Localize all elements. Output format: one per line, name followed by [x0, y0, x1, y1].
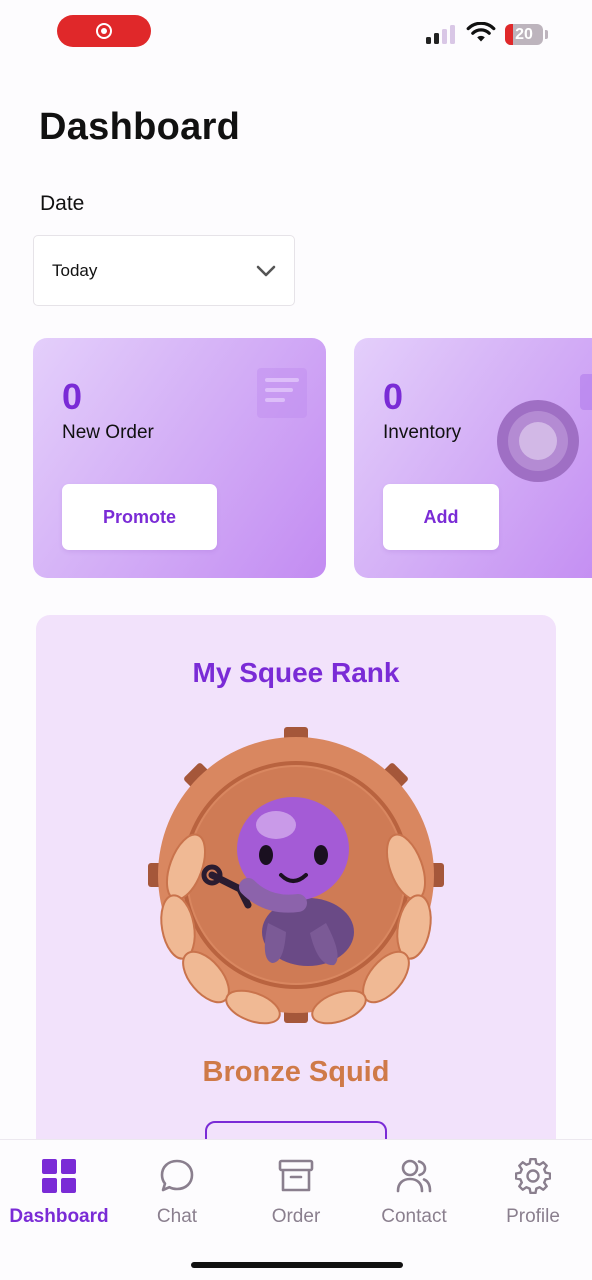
nav-dashboard[interactable]: Dashboard [0, 1140, 118, 1240]
battery-indicator: 20 [505, 24, 543, 45]
nav-dashboard-label: Dashboard [9, 1206, 109, 1227]
new-order-count: 0 [62, 376, 83, 417]
inventory-label: Inventory [383, 422, 462, 443]
home-indicator[interactable] [191, 1262, 403, 1268]
box-icon [580, 374, 592, 410]
nav-chat[interactable]: Chat [118, 1140, 236, 1240]
archive-box-icon [278, 1159, 314, 1192]
document-icon [257, 368, 307, 418]
gear-icon [515, 1158, 551, 1194]
screen-recording-indicator[interactable] [57, 15, 151, 47]
nav-order[interactable]: Order [237, 1140, 355, 1240]
nav-contact-label: Contact [381, 1206, 447, 1227]
date-label: Date [40, 192, 85, 215]
wifi-icon [466, 22, 496, 42]
record-icon [96, 23, 112, 39]
new-order-card: 0 New Order Promote [33, 338, 326, 578]
rank-name: Bronze Squid [202, 1056, 390, 1088]
assistive-touch-button[interactable] [497, 400, 579, 482]
grid-icon [42, 1159, 76, 1193]
bronze-squid-badge [148, 727, 444, 1025]
nav-profile-label: Profile [506, 1206, 560, 1227]
users-icon [396, 1159, 432, 1193]
battery-tip [545, 30, 548, 39]
dashboard-screen: 20 Dashboard Date Today 0 New Order Prom… [0, 0, 592, 1280]
nav-order-label: Order [271, 1206, 321, 1227]
date-dropdown-value: Today [52, 260, 98, 280]
promote-button[interactable]: Promote [62, 484, 217, 550]
nav-profile[interactable]: Profile [474, 1140, 592, 1240]
rank-title: My Squee Rank [192, 657, 400, 688]
bottom-navigation: Dashboard Chat Order Contact Profile [0, 1139, 592, 1280]
inventory-count: 0 [383, 376, 404, 417]
nav-chat-label: Chat [156, 1206, 198, 1227]
date-dropdown[interactable]: Today [33, 235, 295, 306]
battery-level: 20 [515, 25, 533, 43]
nav-contact[interactable]: Contact [355, 1140, 473, 1240]
inventory-card: 0 Inventory Add [354, 338, 592, 578]
chevron-down-icon [256, 265, 276, 276]
new-order-label: New Order [62, 422, 154, 443]
add-inventory-button[interactable]: Add [383, 484, 499, 550]
page-title: Dashboard [39, 106, 241, 148]
cellular-signal-icon [426, 24, 455, 44]
chat-bubble-icon [160, 1159, 194, 1192]
